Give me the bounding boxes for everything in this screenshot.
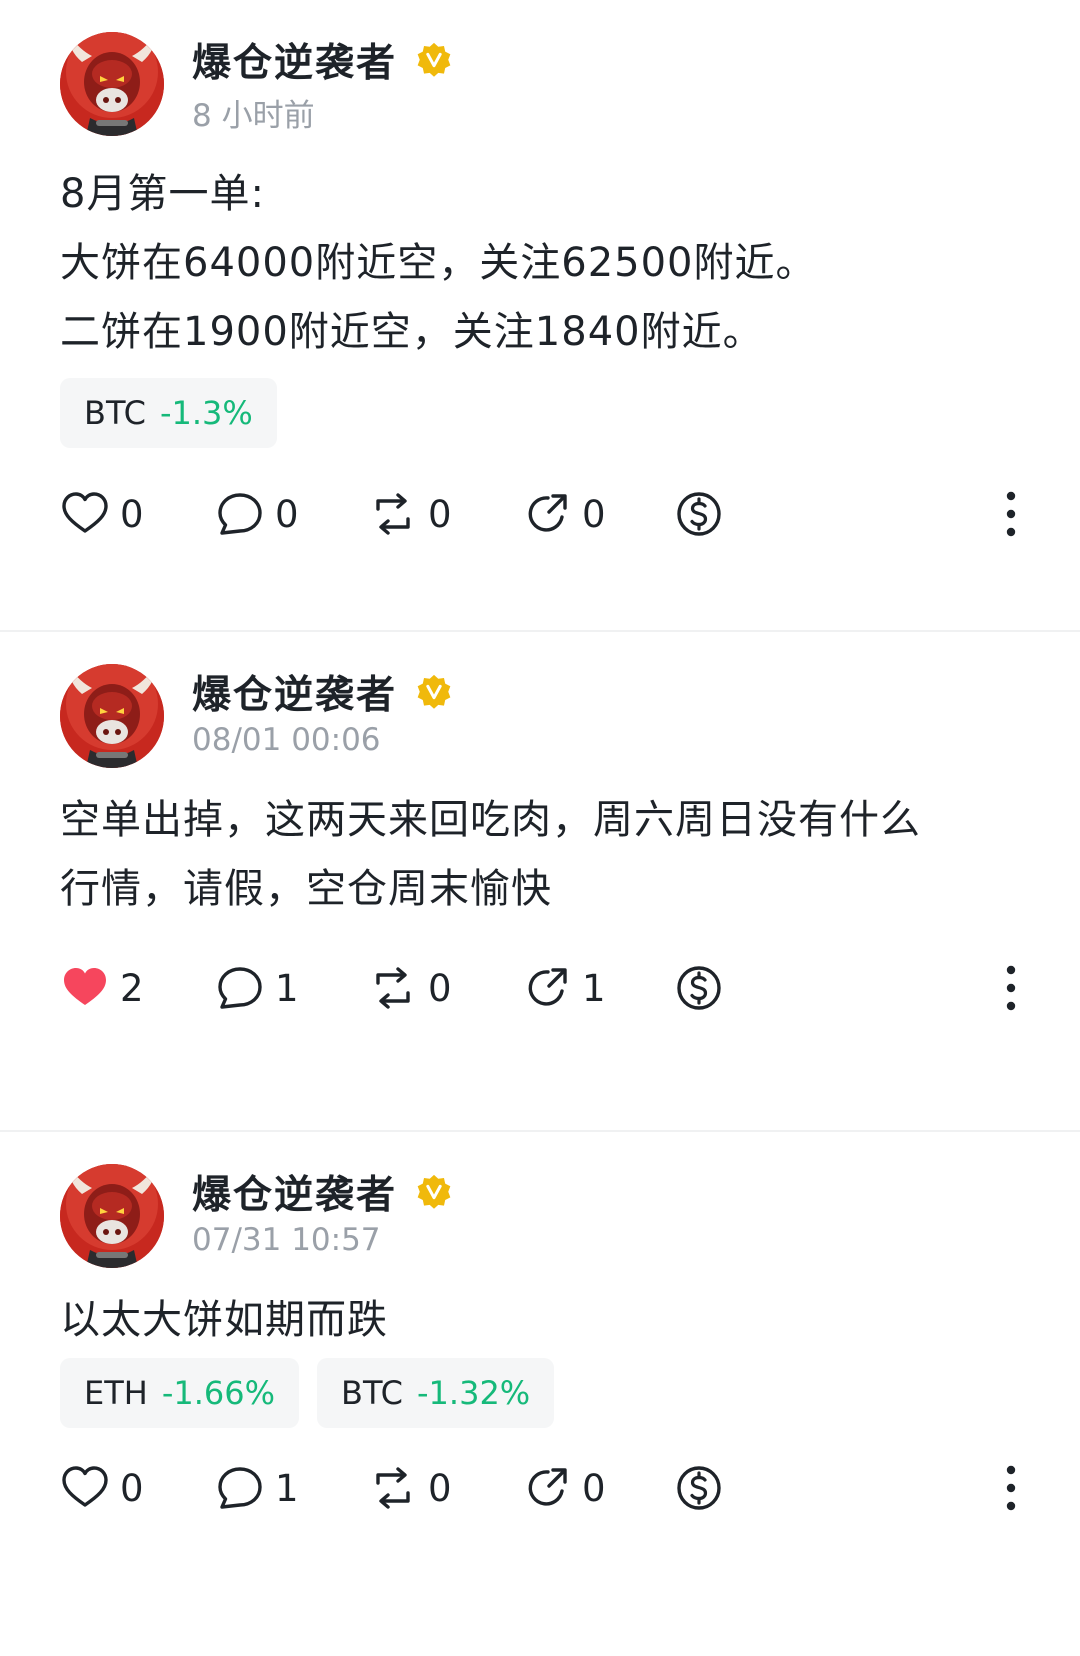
post-card[interactable]: 爆仓逆袭者 08/01 00:06 空单出掉，这两天来回吃肉，周六周日没有什么 … [0, 632, 1080, 1132]
repost-button[interactable]: 0 [368, 1458, 452, 1518]
coin-tag[interactable]: ETH -1.66% [60, 1358, 300, 1428]
repost-icon [368, 1463, 418, 1513]
post-content[interactable]: 8月第一单: 大饼在64000附近空，关注62500附近。 二饼在1900附近空… [60, 160, 1020, 367]
like-button[interactable]: 2 [60, 958, 144, 1018]
post-content[interactable]: 以太大饼如期而跌 [60, 1286, 1020, 1355]
avatar[interactable] [60, 664, 164, 768]
more-vertical-icon [996, 963, 1026, 1013]
share-count: 0 [582, 492, 606, 536]
like-button[interactable]: 0 [60, 484, 144, 544]
author-row: 爆仓逆袭者 [192, 1166, 453, 1218]
repost-count: 0 [428, 966, 452, 1010]
comment-count: 1 [275, 1466, 299, 1510]
feed: 爆仓逆袭者 8 小时前 8月第一单: 大饼在64000附近空，关注62500附近… [0, 0, 1080, 1656]
author-name[interactable]: 爆仓逆袭者 [192, 32, 397, 88]
comment-button[interactable]: 0 [215, 484, 299, 544]
coin-change: -1.32% [417, 1374, 531, 1412]
comment-count: 0 [275, 492, 299, 536]
post-header: 爆仓逆袭者 8 小时前 [60, 32, 960, 136]
repost-icon [368, 963, 418, 1013]
heart-icon [60, 489, 110, 539]
avatar[interactable] [60, 1164, 164, 1268]
post-time: 07/31 10:57 [192, 1222, 381, 1258]
repost-button[interactable]: 0 [368, 958, 452, 1018]
coin-symbol: BTC [341, 1374, 403, 1412]
coin-tags: ETH -1.66% BTC -1.32% [60, 1358, 555, 1428]
coin-tag[interactable]: BTC -1.3% [60, 378, 277, 448]
more-button[interactable] [996, 1458, 1026, 1518]
more-vertical-icon [996, 489, 1026, 539]
post-time: 8 小时前 [192, 98, 315, 134]
more-vertical-icon [996, 1463, 1026, 1513]
coin-symbol: BTC [84, 394, 146, 432]
post-card[interactable]: 爆仓逆袭者 07/31 10:57 以太大饼如期而跌 ETH -1.66% BT… [0, 1132, 1080, 1656]
action-bar: 0 0 0 0 [60, 484, 1020, 544]
repost-button[interactable]: 0 [368, 484, 452, 544]
content-line: 空单出掉，这两天来回吃肉，周六周日没有什么 [60, 797, 921, 843]
content-line: 以太大饼如期而跌 [60, 1297, 388, 1343]
heart-icon [60, 1463, 110, 1513]
comment-count: 1 [275, 966, 299, 1010]
more-button[interactable] [996, 958, 1026, 1018]
comment-icon [215, 963, 265, 1013]
author-row: 爆仓逆袭者 [192, 666, 453, 718]
action-bar: 2 1 0 1 [60, 958, 1020, 1018]
content-line: 大饼在64000附近空，关注62500附近。 [60, 240, 817, 286]
verified-badge-icon [415, 1173, 453, 1211]
comment-icon [215, 1463, 265, 1513]
share-button[interactable]: 0 [522, 1458, 606, 1518]
share-icon [522, 489, 572, 539]
avatar[interactable] [60, 32, 164, 136]
post-content[interactable]: 空单出掉，这两天来回吃肉，周六周日没有什么 行情，请假，空仓周末愉快 [60, 786, 1020, 924]
author-row: 爆仓逆袭者 [192, 34, 453, 86]
post-header: 爆仓逆袭者 07/31 10:57 [60, 1164, 960, 1268]
author-name[interactable]: 爆仓逆袭者 [192, 1164, 397, 1220]
author-name[interactable]: 爆仓逆袭者 [192, 664, 397, 720]
more-button[interactable] [996, 484, 1026, 544]
comment-button[interactable]: 1 [215, 958, 299, 1018]
repost-count: 0 [428, 492, 452, 536]
content-line: 二饼在1900附近空，关注1840附近。 [60, 309, 764, 355]
like-count: 2 [120, 966, 144, 1010]
coin-symbol: ETH [84, 1374, 148, 1412]
content-line: 行情，请假，空仓周末愉快 [60, 866, 552, 912]
repost-icon [368, 489, 418, 539]
share-count: 0 [582, 1466, 606, 1510]
action-bar: 0 1 0 0 [60, 1458, 1020, 1518]
tip-button[interactable] [674, 958, 724, 1018]
comment-button[interactable]: 1 [215, 1458, 299, 1518]
like-count: 0 [120, 1466, 144, 1510]
coin-tags: BTC -1.3% [60, 378, 277, 448]
coin-tag[interactable]: BTC -1.32% [317, 1358, 555, 1428]
tip-dollar-icon [674, 963, 724, 1013]
like-button[interactable]: 0 [60, 1458, 144, 1518]
post-header: 爆仓逆袭者 08/01 00:06 [60, 664, 960, 768]
share-button[interactable]: 1 [522, 958, 606, 1018]
tip-dollar-icon [674, 1463, 724, 1513]
verified-badge-icon [415, 41, 453, 79]
share-count: 1 [582, 966, 606, 1010]
heart-filled-icon [60, 963, 110, 1013]
like-count: 0 [120, 492, 144, 536]
repost-count: 0 [428, 1466, 452, 1510]
tip-button[interactable] [674, 484, 724, 544]
share-button[interactable]: 0 [522, 484, 606, 544]
tip-dollar-icon [674, 489, 724, 539]
post-card[interactable]: 爆仓逆袭者 8 小时前 8月第一单: 大饼在64000附近空，关注62500附近… [0, 0, 1080, 632]
post-time: 08/01 00:06 [192, 722, 381, 758]
coin-change: -1.3% [159, 394, 253, 432]
verified-badge-icon [415, 673, 453, 711]
comment-icon [215, 489, 265, 539]
content-line: 8月第一单: [60, 171, 265, 217]
share-icon [522, 963, 572, 1013]
share-icon [522, 1463, 572, 1513]
coin-change: -1.66% [161, 1374, 276, 1412]
tip-button[interactable] [674, 1458, 724, 1518]
